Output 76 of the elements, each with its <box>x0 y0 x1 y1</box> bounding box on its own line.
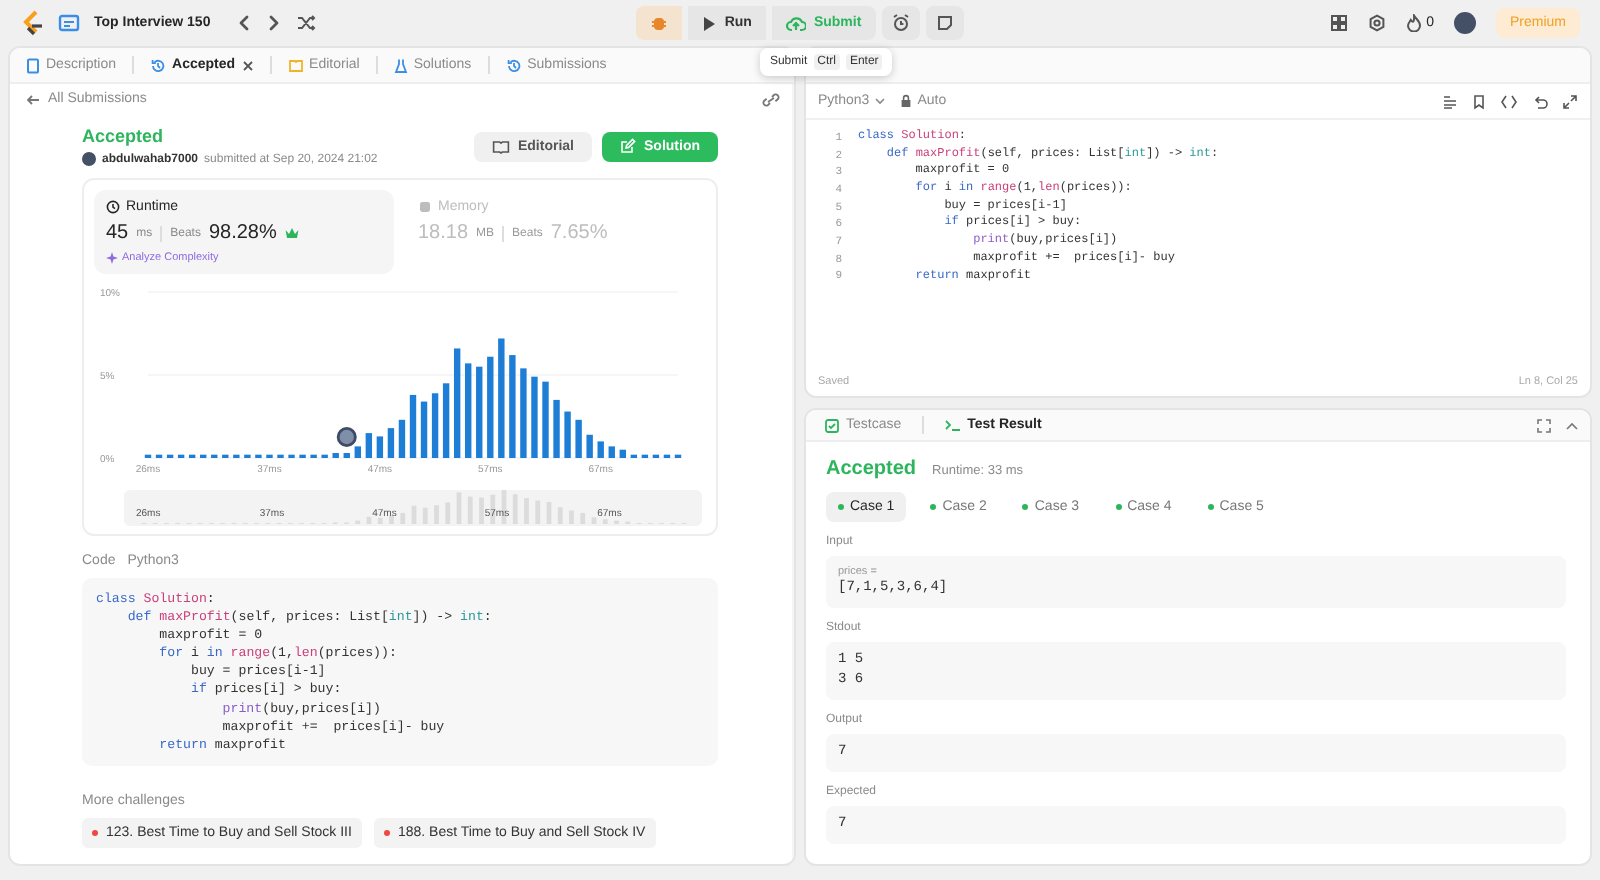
link-icon[interactable] <box>762 91 780 107</box>
history-icon <box>150 57 167 73</box>
book-icon <box>287 57 304 73</box>
layout-icon[interactable] <box>1330 14 1349 32</box>
previous-icon[interactable] <box>236 14 253 32</box>
flask-icon <box>393 57 408 73</box>
chart-bar[interactable] <box>520 368 527 458</box>
close-icon[interactable] <box>241 59 254 71</box>
chart-bar[interactable] <box>453 348 461 458</box>
arrow-left-icon <box>26 93 40 105</box>
clock-icon <box>106 200 120 214</box>
settings-icon[interactable] <box>1368 14 1387 32</box>
collapse-icon[interactable] <box>1564 417 1580 433</box>
alarm-clock-icon <box>891 14 910 32</box>
chart-bar[interactable] <box>420 401 428 458</box>
chart-bar[interactable] <box>376 436 384 458</box>
chart-bar[interactable] <box>465 363 472 458</box>
chart-bar[interactable] <box>487 356 494 458</box>
chart-bar[interactable] <box>597 441 604 458</box>
metric-value: 18.18 <box>418 222 469 244</box>
fullscreen-icon[interactable] <box>1536 417 1552 433</box>
shuffle-icon[interactable] <box>296 14 317 32</box>
notes-button[interactable] <box>925 6 964 40</box>
chart-bar[interactable] <box>442 383 450 458</box>
list-icon[interactable] <box>58 13 80 33</box>
chart-bar[interactable] <box>332 453 339 458</box>
chart-bar[interactable] <box>619 449 626 458</box>
bookmark-icon[interactable] <box>1472 93 1486 109</box>
beats-percent: 7.65% <box>550 222 608 244</box>
braces-icon[interactable] <box>1500 93 1518 109</box>
chart-bar[interactable] <box>608 446 615 458</box>
terminal-icon <box>943 418 962 432</box>
chart-bar[interactable] <box>431 393 439 458</box>
chart-bar[interactable] <box>531 376 538 458</box>
timer-button[interactable] <box>881 6 920 40</box>
chart-bar[interactable] <box>553 399 560 458</box>
expand-icon[interactable] <box>1562 93 1578 109</box>
chip-icon <box>418 200 432 214</box>
document-icon <box>26 57 40 73</box>
chart-bar[interactable] <box>398 419 406 458</box>
avatar-marker <box>336 427 357 447</box>
chart-bar[interactable] <box>365 433 373 458</box>
note-icon <box>935 14 954 32</box>
chart-bar[interactable] <box>509 355 516 458</box>
chart-bar[interactable] <box>476 366 483 458</box>
chart-bar[interactable] <box>586 434 593 458</box>
status-text: Accepted <box>82 126 166 146</box>
beats-percent: 98.28% <box>208 222 277 244</box>
metric-value: 45 <box>106 222 129 244</box>
debug-button[interactable] <box>636 6 683 40</box>
next-icon[interactable] <box>266 14 283 32</box>
history-icon <box>505 57 522 73</box>
logo-icon[interactable] <box>20 10 44 36</box>
chart-bar[interactable] <box>564 411 571 458</box>
cloud-upload-icon <box>785 14 806 32</box>
chart-bar[interactable] <box>498 338 505 458</box>
play-icon <box>702 15 717 31</box>
lock-icon <box>899 94 912 108</box>
undo-icon[interactable] <box>1532 93 1548 109</box>
chart-bar[interactable] <box>387 428 395 458</box>
chart-bar[interactable] <box>575 419 582 458</box>
book-icon <box>491 139 510 153</box>
flame-icon <box>1406 14 1423 32</box>
sparkle-icon <box>106 252 118 264</box>
chart-bar[interactable] <box>343 453 350 458</box>
chart-bar[interactable] <box>409 394 417 458</box>
bug-icon <box>650 14 669 32</box>
caret-icon <box>873 96 886 106</box>
chart-bar[interactable] <box>354 446 361 458</box>
format-icon[interactable] <box>1442 93 1458 109</box>
check-square-icon <box>824 417 840 433</box>
crown-icon <box>284 226 301 240</box>
result-status: Accepted <box>826 458 917 480</box>
user-avatar <box>82 152 96 166</box>
edit-icon <box>620 138 636 154</box>
avatar[interactable] <box>1453 12 1476 34</box>
